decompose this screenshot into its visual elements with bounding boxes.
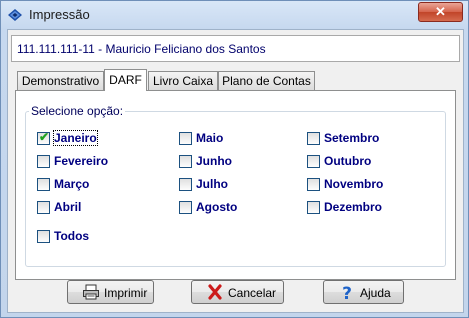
title-bar[interactable]: Impressão ✕ [1, 1, 468, 29]
abril-checkbox[interactable] [37, 201, 50, 214]
window-title: Impressão [29, 7, 90, 22]
tab-plano-de-contas[interactable]: Plano de Contas [218, 71, 315, 90]
dialog-body: 111.111.111-11 - Mauricio Feliciano dos … [7, 29, 464, 313]
dezembro-checkbox[interactable] [307, 201, 320, 214]
janeiro-label[interactable]: Janeiro [53, 130, 98, 146]
junho-checkbox[interactable] [179, 155, 192, 168]
app-diamond-icon [8, 9, 22, 21]
print-dialog-window: Impressão ✕ 111.111.111-11 - Mauricio Fe… [0, 0, 469, 318]
tab-demonstrativo[interactable]: Demonstrativo [17, 71, 104, 90]
setembro-checkbox[interactable] [307, 132, 320, 145]
marco-label[interactable]: Março [54, 177, 89, 191]
julho-label[interactable]: Julho [196, 177, 228, 191]
print-button-label: Imprimir [104, 286, 148, 300]
options-legend: Selecione opção: [29, 104, 126, 118]
dezembro-label[interactable]: Dezembro [324, 200, 382, 214]
svg-text:?: ? [342, 284, 352, 300]
client-info-box: 111.111.111-11 - Mauricio Feliciano dos … [11, 35, 460, 62]
marco-checkbox[interactable] [37, 178, 50, 191]
maio-label[interactable]: Maio [196, 131, 223, 145]
outubro-checkbox[interactable] [307, 155, 320, 168]
novembro-label[interactable]: Novembro [324, 177, 383, 191]
fevereiro-label[interactable]: Fevereiro [54, 154, 108, 168]
help-button[interactable]: ? Ajuda [323, 280, 404, 304]
client-info-text: 111.111.111-11 - Mauricio Feliciano dos … [17, 42, 266, 56]
todos-checkbox[interactable] [37, 230, 50, 243]
julho-checkbox[interactable] [179, 178, 192, 191]
cancel-button[interactable]: Cancelar [191, 280, 284, 304]
novembro-checkbox[interactable] [307, 178, 320, 191]
print-button[interactable]: Imprimir [67, 280, 154, 304]
darf-tab-panel: Selecione opção: ✔ Janeiro Fevereiro Mar… [15, 90, 456, 280]
printer-icon [83, 284, 99, 300]
junho-label[interactable]: Junho [196, 154, 232, 168]
question-mark-icon: ? [342, 284, 352, 300]
setembro-label[interactable]: Setembro [324, 131, 379, 145]
todos-label[interactable]: Todos [54, 229, 89, 243]
red-x-icon [208, 284, 222, 300]
tab-darf[interactable]: DARF [104, 69, 147, 91]
checkmark-icon: ✔ [39, 130, 50, 144]
agosto-label[interactable]: Agosto [196, 200, 237, 214]
fevereiro-checkbox[interactable] [37, 155, 50, 168]
janeiro-checkbox[interactable]: ✔ [37, 130, 50, 145]
tab-livro-caixa[interactable]: Livro Caixa [148, 71, 218, 90]
agosto-checkbox[interactable] [179, 201, 192, 214]
outubro-label[interactable]: Outubro [324, 154, 371, 168]
close-button[interactable]: ✕ [418, 2, 463, 22]
help-button-label: Ajuda [360, 286, 391, 300]
maio-checkbox[interactable] [179, 132, 192, 145]
cancel-button-label: Cancelar [228, 286, 277, 300]
month-options-group: Selecione opção: ✔ Janeiro Fevereiro Mar… [25, 104, 446, 267]
abril-label[interactable]: Abril [54, 200, 81, 214]
